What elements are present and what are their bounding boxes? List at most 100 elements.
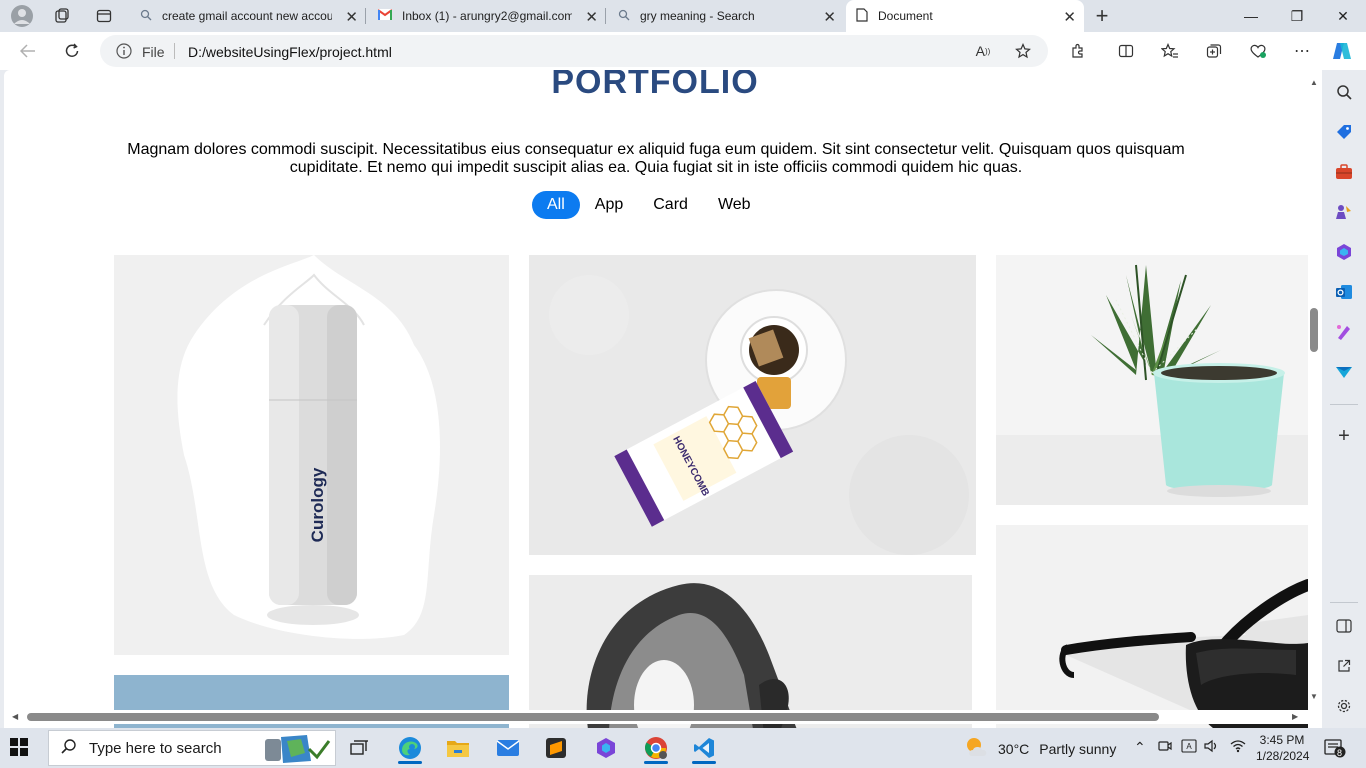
filter-app[interactable]: App [580,191,638,219]
chevron-up-icon[interactable]: ⌃ [1134,739,1146,756]
wifi-icon[interactable] [1230,739,1246,756]
close-tab-icon[interactable]: ✕ [345,8,358,26]
tab-label: gry meaning - Search [640,9,755,23]
info-icon[interactable] [116,43,132,64]
split-screen-icon[interactable] [1112,39,1140,63]
file-explorer-icon[interactable] [438,732,478,764]
vertical-scroll-thumb[interactable] [1310,308,1318,352]
search-icon [61,738,77,759]
browser-essentials-icon[interactable] [1244,39,1272,63]
scroll-down-arrow-icon[interactable]: ▼ [1310,692,1318,701]
minimize-button[interactable]: — [1228,0,1274,32]
tab-label: Inbox (1) - arungry2@gmail.com [402,9,572,23]
navigation-bar: File D:/websiteUsingFlex/project.html A)… [0,32,1366,70]
edge-taskbar-icon[interactable] [390,732,430,764]
weather-widget[interactable]: 30°C Partly sunny [964,736,1116,761]
clock-time: 3:45 PM [1259,733,1305,747]
meet-now-icon[interactable] [1158,739,1172,756]
copilot-icon[interactable] [1328,39,1356,63]
divider [1330,602,1358,603]
profile-icon[interactable] [8,4,36,28]
vertical-scrollbar[interactable] [1308,70,1322,710]
weather-condition: Partly sunny [1039,740,1117,757]
horizontal-scroll-thumb[interactable] [27,713,1159,721]
collections-icon[interactable] [1200,39,1228,63]
search-icon [140,9,152,24]
portfolio-image-lamp[interactable] [529,575,972,728]
external-link-icon[interactable] [1334,656,1354,676]
copilot-taskbar-icon[interactable] [586,732,626,764]
divider [174,43,175,59]
language-icon[interactable]: A [1181,739,1197,756]
sidebar-panel-icon[interactable] [1334,616,1354,636]
refresh-icon[interactable] [58,39,86,63]
portfolio-filters: All App Card Web [532,191,766,219]
task-view-icon[interactable] [340,732,380,764]
scheme-label: File [142,44,165,60]
url-text[interactable]: D:/websiteUsingFlex/project.html [188,44,392,60]
tab-inbox[interactable]: Inbox (1) - arungry2@gmail.com ✕ [368,0,606,32]
portfolio-image-sunglasses[interactable]: Ray-Ban [996,525,1308,728]
partly-sunny-icon [964,736,990,761]
filter-card[interactable]: Card [638,191,703,219]
close-tab-icon[interactable]: ✕ [1063,8,1076,26]
tab-actions-icon[interactable] [90,4,118,28]
maximize-button[interactable]: ❐ [1274,0,1320,32]
read-aloud-icon[interactable]: A)) [972,41,994,61]
close-tab-icon[interactable]: ✕ [585,8,598,26]
settings-gear-icon[interactable] [1334,696,1354,716]
edge-sidebar: + [1322,70,1366,728]
games-icon[interactable] [1334,202,1354,222]
tools-icon[interactable] [1334,162,1354,182]
mail-icon[interactable] [488,732,528,764]
scroll-right-arrow-icon[interactable]: ▶ [1292,712,1298,721]
divider [1330,404,1358,405]
vscode-taskbar-icon[interactable] [684,732,724,764]
tab-gry-meaning[interactable]: gry meaning - Search ✕ [608,0,844,32]
favorites-icon[interactable] [1156,39,1184,63]
page-title: PORTFOLIO [551,70,759,101]
tab-strip: create gmail account new accour ✕ Inbox … [0,0,1366,32]
portfolio-image-honeycomb[interactable]: HONEYCOMB [529,255,976,555]
volume-icon[interactable] [1204,739,1220,756]
page-viewport: PORTFOLIO Magnam dolores commodi suscipi… [4,70,1322,728]
curology-brand-text: Curology [308,467,327,542]
gmail-icon [377,9,393,23]
portfolio-image-curology[interactable]: Curology [114,255,509,655]
system-clock[interactable]: 3:45 PM 1/28/2024 [1256,732,1310,764]
windows-start-icon[interactable] [10,738,28,761]
close-window-button[interactable]: ✕ [1320,0,1366,32]
add-sidebar-app-icon[interactable]: + [1334,425,1354,447]
favorite-star-icon[interactable] [1012,41,1034,61]
search-icon[interactable] [1334,82,1354,102]
more-options-icon[interactable]: ⋯ [1288,39,1316,63]
shopping-tag-icon[interactable] [1334,122,1354,142]
scroll-up-arrow-icon[interactable]: ▲ [1310,78,1318,87]
document-icon [856,7,868,25]
search-icon [618,9,630,24]
microsoft-365-icon[interactable] [1334,242,1354,262]
clock-date: 1/28/2024 [1256,749,1310,763]
svg-text:A: A [1186,742,1192,751]
new-tab-button[interactable]: + [1088,3,1116,28]
designer-icon[interactable] [1334,322,1354,342]
tab-label: create gmail account new accour [162,9,332,23]
taskbar-search-box[interactable]: Type here to search [48,730,336,766]
filter-web[interactable]: Web [703,191,766,219]
close-tab-icon[interactable]: ✕ [823,8,836,26]
address-bar[interactable]: File D:/websiteUsingFlex/project.html A)… [100,35,1048,67]
portfolio-image-succulent[interactable] [996,255,1308,505]
chrome-taskbar-icon[interactable] [636,732,676,764]
drop-send-icon[interactable] [1334,362,1354,382]
tab-gmail-search[interactable]: create gmail account new accour ✕ [130,0,366,32]
scroll-left-arrow-icon[interactable]: ◀ [12,712,18,721]
filter-all[interactable]: All [532,191,580,219]
tab-document[interactable]: Document ✕ [846,0,1084,32]
sublime-text-icon[interactable] [536,732,576,764]
notifications-icon[interactable] [1324,738,1346,763]
workspaces-icon[interactable] [48,4,76,28]
outlook-icon[interactable] [1334,282,1354,302]
search-highlight-icon [261,733,331,768]
back-arrow-icon[interactable] [14,39,42,63]
extensions-icon[interactable] [1064,39,1092,63]
